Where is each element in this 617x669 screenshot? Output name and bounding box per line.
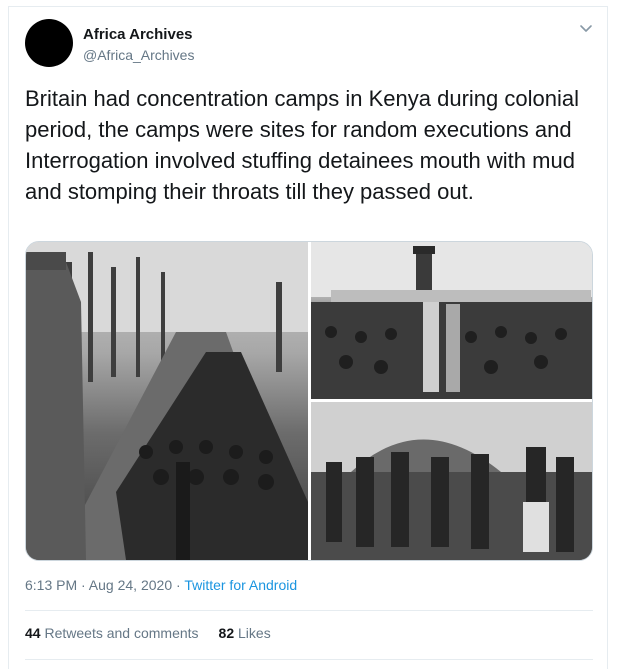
divider <box>25 610 593 611</box>
avatar[interactable] <box>25 19 73 67</box>
source-link[interactable]: Twitter for Android <box>184 577 297 593</box>
retweets-count: 44 <box>25 625 41 641</box>
tweet-card: Africa Archives @Africa_Archives Britain… <box>8 6 608 669</box>
photo-top-right[interactable] <box>311 242 592 399</box>
retweets-stat[interactable]: 44 Retweets and comments <box>25 625 199 641</box>
tweet-text: Britain had concentration camps in Kenya… <box>25 86 579 204</box>
retweets-label: Retweets and comments <box>44 625 199 641</box>
meta-separator: · <box>172 577 185 593</box>
author-names: Africa Archives @Africa_Archives <box>83 25 194 65</box>
likes-count: 82 <box>218 625 235 641</box>
display-name[interactable]: Africa Archives <box>83 25 194 45</box>
photo-left[interactable] <box>26 242 308 560</box>
chevron-down-icon[interactable] <box>579 21 593 35</box>
tweet-stats: 44 Retweets and comments 82 Likes <box>25 625 271 641</box>
handle[interactable]: @Africa_Archives <box>83 45 194 65</box>
tweet-meta: 6:13 PM · Aug 24, 2020 · Twitter for And… <box>25 577 297 593</box>
timestamp[interactable]: 6:13 PM · Aug 24, 2020 <box>25 577 172 593</box>
tweet-header: Africa Archives @Africa_Archives <box>25 19 194 67</box>
likes-label: Likes <box>238 625 271 641</box>
media-grid <box>25 241 593 561</box>
likes-stat[interactable]: 82 Likes <box>219 625 271 641</box>
divider <box>25 659 593 660</box>
photo-bottom-right[interactable] <box>311 402 592 560</box>
